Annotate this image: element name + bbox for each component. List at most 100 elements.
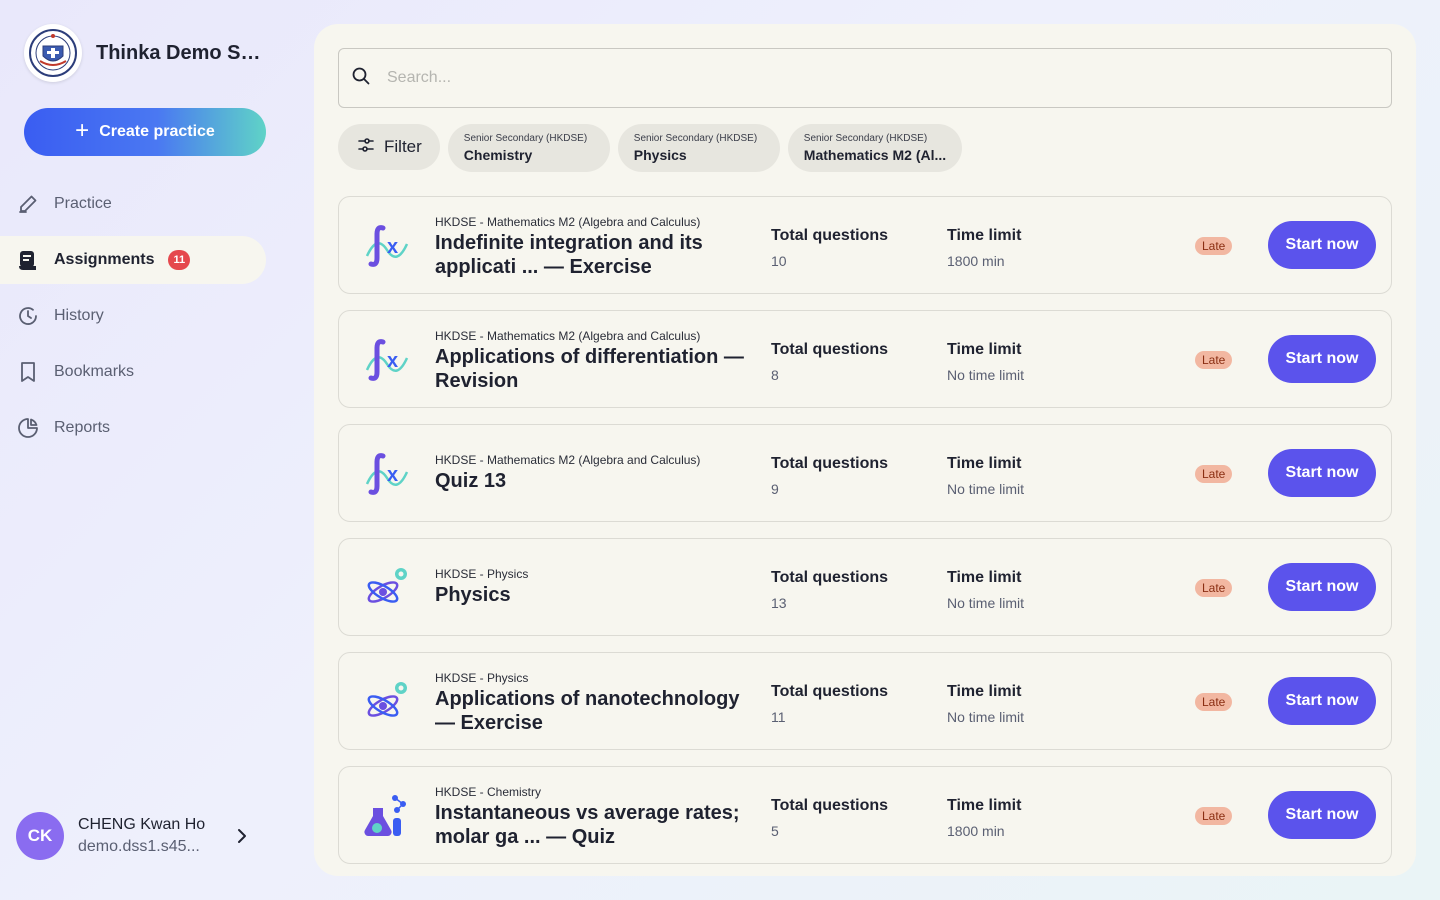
user-email: demo.dss1.s45... (78, 838, 200, 855)
assignment-subject: HKDSE - Mathematics M2 (Algebra and Calc… (435, 215, 701, 229)
subject-chip-mathematics-m2[interactable]: Senior Secondary (HKDSE) Mathematics M2 … (787, 124, 963, 172)
assignment-subject: HKDSE - Chemistry (435, 785, 542, 799)
bookmark-icon (16, 360, 40, 384)
time-limit-label: Time limit (947, 683, 1022, 700)
start-now-button[interactable]: Start now (1268, 449, 1376, 497)
assignment-title: Physics (435, 584, 511, 606)
math-integral-icon: x (361, 220, 413, 272)
time-limit-value: No time limit (947, 367, 1025, 383)
physics-atom-icon (361, 562, 413, 614)
chip-name: Physics (633, 147, 687, 163)
plus-icon: + (75, 117, 90, 144)
main-panel: Filter Senior Secondary (HKDSE) Chemistr… (314, 24, 1416, 876)
sliders-icon (356, 135, 376, 160)
avatar: CK (16, 812, 64, 860)
physics-atom-icon (361, 676, 413, 728)
chevron-right-icon[interactable] (234, 826, 250, 851)
filter-label: Filter (384, 137, 422, 156)
time-limit-label: Time limit (947, 455, 1022, 472)
filter-button[interactable]: Filter (338, 124, 440, 170)
time-limit-label: Time limit (947, 797, 1022, 814)
svg-text:x: x (387, 236, 398, 258)
time-limit-label: Time limit (947, 341, 1022, 358)
school-logo-icon (24, 24, 82, 82)
assignment-card[interactable]: x HKDSE - Mathematics M2 (Algebra and Ca… (338, 424, 1392, 522)
chip-name: Chemistry (463, 147, 533, 163)
assignment-card[interactable]: HKDSE - Physics Physics Total questions … (338, 538, 1392, 636)
filter-bar: Filter Senior Secondary (HKDSE) Chemistr… (338, 124, 963, 172)
assignment-subject: HKDSE - Mathematics M2 (Algebra and Calc… (435, 453, 701, 467)
total-questions-label: Total questions (771, 683, 889, 700)
chemistry-flask-icon (361, 790, 413, 842)
total-questions-value: 8 (771, 367, 779, 383)
start-now-button[interactable]: Start now (1268, 221, 1376, 269)
assignment-title: Indefinite integration and its applicati… (435, 232, 703, 278)
start-now-button[interactable]: Start now (1268, 791, 1376, 839)
chip-name: Mathematics M2 (Al... (803, 147, 947, 163)
late-badge: Late (1195, 693, 1233, 711)
math-integral-icon: x (361, 334, 413, 386)
total-questions-label: Total questions (771, 569, 889, 586)
pencil-icon (16, 192, 40, 216)
user-name: CHENG Kwan Ho (78, 816, 206, 833)
chip-category: Senior Secondary (HKDSE) (463, 133, 588, 144)
pie-chart-icon (16, 416, 40, 440)
assignment-subject: HKDSE - Mathematics M2 (Algebra and Calc… (435, 329, 701, 343)
total-questions-value: 11 (771, 709, 786, 725)
school-name: Thinka Demo Se... (96, 41, 266, 64)
time-limit-value: 1800 min (947, 253, 1005, 269)
subject-chip-physics[interactable]: Senior Secondary (HKDSE) Physics (617, 124, 780, 172)
sidebar-item-bookmarks[interactable]: Bookmarks (0, 348, 266, 396)
total-questions-value: 13 (771, 595, 787, 611)
total-questions-value: 10 (771, 253, 787, 269)
late-badge: Late (1195, 807, 1233, 825)
sidebar-item-label: Assignments (54, 251, 155, 268)
assignment-card[interactable]: HKDSE - Chemistry Instantaneous vs avera… (338, 766, 1392, 864)
assignment-title: Applications of differentiation — Revisi… (435, 346, 744, 392)
search-bar[interactable] (338, 48, 1392, 108)
chip-category: Senior Secondary (HKDSE) (803, 133, 928, 144)
search-input[interactable] (387, 69, 1347, 87)
assignment-title: Applications of nanotechnology — Exercis… (435, 688, 740, 734)
total-questions-label: Total questions (771, 341, 889, 358)
sidebar-item-practice[interactable]: Practice (0, 180, 266, 228)
late-badge: Late (1195, 465, 1233, 483)
svg-text:x: x (387, 464, 398, 486)
start-now-button[interactable]: Start now (1268, 677, 1376, 725)
brand[interactable]: Thinka Demo Se... (24, 24, 266, 82)
assignment-card[interactable]: x HKDSE - Mathematics M2 (Algebra and Ca… (338, 196, 1392, 294)
late-badge: Late (1195, 579, 1233, 597)
assignment-subject: HKDSE - Physics (435, 671, 529, 685)
sidebar-nav: Practice Assignments 11 History Bookmark… (0, 180, 266, 460)
sidebar-item-label: Practice (54, 195, 112, 212)
sidebar-item-label: History (54, 307, 104, 324)
math-integral-icon: x (361, 448, 413, 500)
time-limit-label: Time limit (947, 227, 1022, 244)
time-limit-value: No time limit (947, 709, 1025, 725)
assignment-icon (16, 248, 40, 272)
total-questions-value: 9 (771, 481, 779, 497)
sidebar-item-label: Reports (54, 419, 111, 436)
assignment-card[interactable]: x HKDSE - Mathematics M2 (Algebra and Ca… (338, 310, 1392, 408)
assignment-card[interactable]: HKDSE - Physics Applications of nanotech… (338, 652, 1392, 750)
sidebar-item-label: Bookmarks (54, 363, 135, 380)
sidebar-item-reports[interactable]: Reports (0, 404, 266, 452)
sidebar-item-assignments[interactable]: Assignments 11 (0, 236, 266, 284)
start-now-button[interactable]: Start now (1268, 335, 1376, 383)
total-questions-label: Total questions (771, 455, 889, 472)
user-profile[interactable]: CK CHENG Kwan Ho demo.dss1.s45... (16, 812, 205, 860)
assignment-subject: HKDSE - Physics (435, 567, 529, 581)
time-limit-value: No time limit (947, 481, 1025, 497)
total-questions-value: 5 (771, 823, 779, 839)
total-questions-label: Total questions (771, 227, 889, 244)
create-practice-label: Create practice (99, 123, 215, 140)
search-icon (351, 66, 371, 91)
time-limit-label: Time limit (947, 569, 1022, 586)
start-now-button[interactable]: Start now (1268, 563, 1376, 611)
create-practice-button[interactable]: + Create practice (24, 108, 266, 156)
chip-category: Senior Secondary (HKDSE) (633, 133, 758, 144)
assignment-list: x HKDSE - Mathematics M2 (Algebra and Ca… (338, 196, 1392, 876)
sidebar-item-history[interactable]: History (0, 292, 266, 340)
subject-chip-chemistry[interactable]: Senior Secondary (HKDSE) Chemistry (447, 124, 610, 172)
assignment-title: Quiz 13 (435, 470, 507, 492)
